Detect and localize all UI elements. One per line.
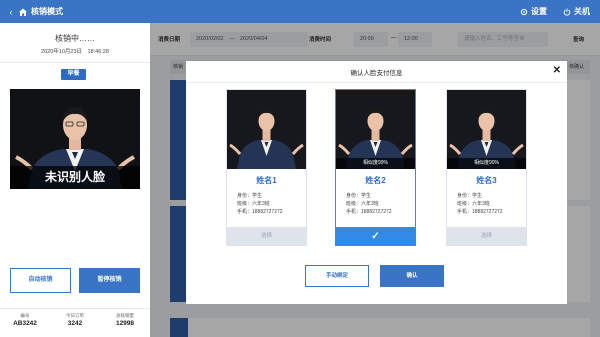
candidate-info: 姓名1 身份：学生 班级：六年3班 手机：18882727272	[227, 169, 306, 227]
candidate-photo	[227, 90, 306, 169]
shutdown-label: 关机	[574, 7, 590, 16]
checkmark-icon[interactable]: ✓	[335, 227, 416, 246]
candidate-class: 班级：六年3班	[457, 201, 490, 207]
close-icon[interactable]: ✕	[553, 65, 561, 76]
stat-value: 12998	[115, 320, 135, 327]
candidate-card-selected[interactable]: 相似度99% 姓名2 身份：学生 班级：六年3班 手机：18882727272 …	[335, 89, 416, 246]
candidate-class: 班级：六年3班	[237, 201, 270, 207]
gear-icon	[520, 8, 528, 15]
manual-bind-button[interactable]: 手动绑定	[305, 265, 369, 287]
power-icon	[563, 8, 571, 16]
candidate-card[interactable]: 相似度90% 姓名3 身份：学生 班级：六年3班 手机：18882727272 …	[446, 89, 527, 246]
pause-verify-button[interactable]: 暂停核销	[79, 268, 140, 293]
similarity-label: 相似度90%	[447, 158, 526, 169]
page-title: 核销模式	[31, 7, 63, 16]
left-panel: 核销中…… 2020年10月23日 18:46:28 早餐 未识别人脸 自动核销…	[0, 23, 150, 337]
stat-item: 编号 AB3242	[0, 309, 50, 337]
confirm-face-pay-modal: 确认人脸支付信息 ✕ 姓名1 身份：学生 班级：六年3班 手机：18882727…	[186, 61, 567, 304]
confirm-button[interactable]: 确认	[380, 265, 444, 287]
candidate-card[interactable]: 姓名1 身份：学生 班级：六年3班 手机：18882727272 选择	[226, 89, 307, 246]
candidate-info: 姓名3 身份：学生 班级：六年3班 手机：18882727272	[447, 169, 526, 227]
select-button[interactable]: 选择	[226, 227, 307, 246]
unrecognized-face-label: 未识别人脸	[10, 166, 140, 189]
candidate-identity: 身份：学生	[346, 193, 372, 199]
similarity-label: 相似度99%	[336, 158, 415, 169]
candidate-phone: 手机：18882727272	[457, 209, 503, 215]
candidate-phone: 手机：18882727272	[237, 209, 283, 215]
settings-label: 设置	[531, 7, 547, 16]
stat-label: 总核销量	[116, 313, 134, 318]
stat-label: 今日订单	[66, 313, 84, 318]
back-icon[interactable]: ‹	[6, 7, 16, 17]
meal-badge: 早餐	[61, 69, 86, 80]
auto-verify-button[interactable]: 自动核销	[10, 268, 71, 293]
home-icon	[19, 8, 27, 16]
candidate-name: 姓名3	[476, 176, 497, 185]
stats-bar: 编号 AB3242 今日订单 3242 总核销量 12998	[0, 308, 150, 337]
select-button[interactable]: 选择	[446, 227, 527, 246]
stat-value: AB3242	[13, 320, 37, 327]
shutdown-button[interactable]: 关机	[563, 6, 590, 17]
stat-value: 3242	[67, 320, 83, 327]
candidate-info: 姓名2 身份：学生 班级：六年3班 手机：18882727272	[336, 169, 415, 227]
stat-item: 总核销量 12998	[100, 309, 150, 337]
candidate-phone: 手机：18882727272	[346, 209, 392, 215]
settings-button[interactable]: 设置	[520, 6, 547, 17]
datetime-text: 2020年10月23日 18:46:28	[41, 49, 109, 55]
candidate-identity: 身份：学生	[237, 193, 263, 199]
candidate-name: 姓名2	[365, 176, 386, 185]
candidate-name: 姓名1	[256, 176, 277, 185]
divider	[186, 82, 567, 83]
status-text: 核销中……	[55, 34, 95, 43]
divider	[0, 62, 150, 63]
candidate-identity: 身份：学生	[457, 193, 483, 199]
modal-title: 确认人脸支付信息	[350, 70, 403, 77]
top-bar: ‹ 核销模式 设置 关机	[0, 0, 600, 23]
stat-item: 今日订单 3242	[50, 309, 100, 337]
stat-label: 编号	[20, 313, 30, 318]
candidate-class: 班级：六年3班	[346, 201, 379, 207]
